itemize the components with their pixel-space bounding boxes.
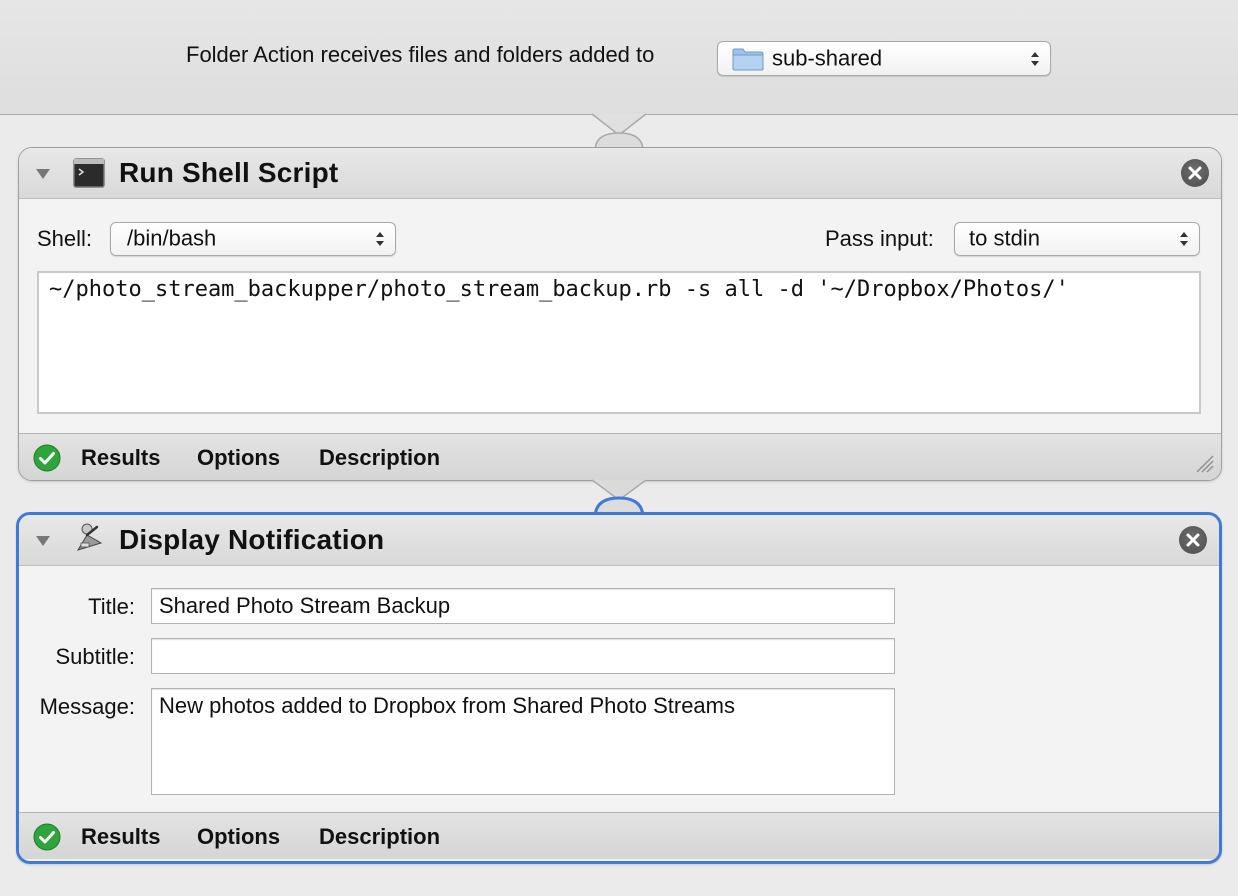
workflow-receives-label: Folder Action receives files and folders… bbox=[186, 42, 655, 67]
shell-label: Shell: bbox=[37, 226, 93, 251]
popup-arrows-icon bbox=[1031, 51, 1039, 66]
message-label: Message: bbox=[39, 694, 135, 719]
description-tab[interactable]: Description bbox=[319, 445, 440, 471]
close-icon bbox=[1186, 533, 1200, 547]
folder-icon bbox=[732, 48, 764, 71]
pass-input-popup[interactable]: to stdin bbox=[954, 222, 1200, 256]
disclosure-triangle-icon[interactable] bbox=[35, 535, 51, 547]
action-footer: Results Options Description bbox=[19, 812, 1219, 859]
notification-subtitle-field[interactable] bbox=[151, 638, 895, 674]
action-footer: Results Options Description bbox=[19, 433, 1221, 480]
results-tab[interactable]: Results bbox=[81, 445, 160, 471]
close-action-button[interactable] bbox=[1179, 526, 1207, 554]
action-title-bar[interactable]: Display Notification bbox=[19, 515, 1219, 566]
action-title: Display Notification bbox=[119, 524, 385, 555]
target-folder-value: sub-shared bbox=[772, 44, 883, 70]
script-editor[interactable]: ~/photo_stream_backupper/photo_stream_ba… bbox=[37, 271, 1201, 414]
target-folder-popup[interactable]: sub-shared bbox=[717, 41, 1051, 76]
shell-popup[interactable]: /bin/bash bbox=[110, 222, 396, 256]
close-icon bbox=[1188, 166, 1202, 180]
results-tab[interactable]: Results bbox=[81, 824, 160, 850]
options-tab[interactable]: Options bbox=[197, 445, 280, 471]
run-shell-script-action[interactable]: Run Shell Script Shell: /bin/bash Pass i… bbox=[18, 147, 1222, 481]
resize-grip-icon[interactable] bbox=[1191, 450, 1215, 474]
action-title-bar[interactable]: Run Shell Script bbox=[19, 148, 1221, 199]
workflow-header: Folder Action receives files and folders… bbox=[0, 0, 1238, 115]
notification-icon bbox=[76, 523, 103, 551]
notification-message-field[interactable]: New photos added to Dropbox from Shared … bbox=[151, 688, 895, 795]
pass-input-value: to stdin bbox=[969, 225, 1040, 251]
popup-arrows-icon bbox=[376, 232, 384, 246]
close-action-button[interactable] bbox=[1181, 159, 1209, 187]
checkmark-icon bbox=[33, 444, 61, 472]
subtitle-label: Subtitle: bbox=[55, 644, 136, 669]
terminal-icon bbox=[73, 158, 105, 188]
action-title: Run Shell Script bbox=[119, 157, 339, 188]
shell-value: /bin/bash bbox=[127, 225, 217, 251]
popup-arrows-icon bbox=[1180, 232, 1188, 246]
display-notification-action[interactable]: Display Notification Title: Shared Photo… bbox=[16, 512, 1222, 864]
title-label: Title: bbox=[88, 594, 135, 619]
description-tab[interactable]: Description bbox=[319, 824, 440, 850]
pass-input-label: Pass input: bbox=[825, 226, 934, 251]
options-tab[interactable]: Options bbox=[197, 824, 280, 850]
disclosure-triangle-icon[interactable] bbox=[35, 168, 51, 180]
notification-title-field[interactable]: Shared Photo Stream Backup bbox=[151, 588, 895, 624]
checkmark-icon bbox=[33, 823, 61, 851]
